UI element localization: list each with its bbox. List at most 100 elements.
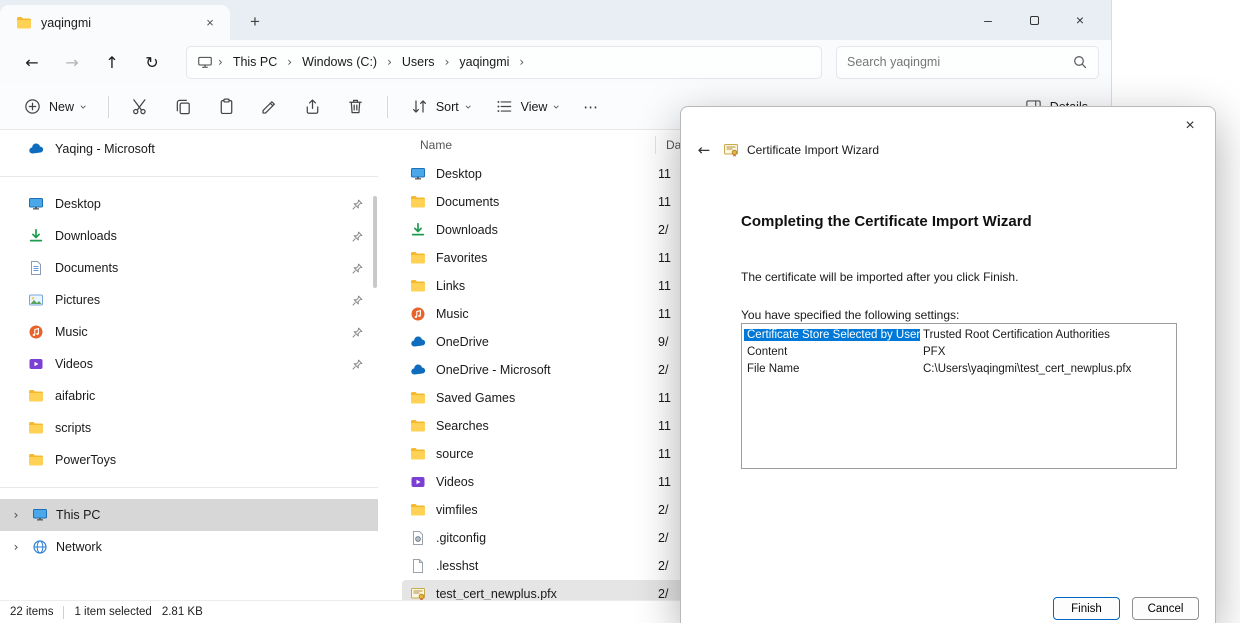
setting-value: C:\Users\yaqingmi\test_cert_newplus.pfx bbox=[920, 363, 1134, 375]
share-button[interactable] bbox=[294, 90, 331, 124]
tab-close-button[interactable]: × bbox=[198, 12, 222, 34]
close-button[interactable]: × bbox=[1057, 0, 1103, 40]
settings-row[interactable]: Certificate Store Selected by User Trust… bbox=[744, 326, 1174, 343]
cut-button[interactable] bbox=[122, 90, 159, 124]
rename-icon bbox=[260, 97, 279, 116]
folder-icon bbox=[410, 278, 426, 294]
sidebar-item-this-pc[interactable]: › This PC bbox=[0, 499, 378, 531]
search-input[interactable] bbox=[847, 55, 1072, 69]
breadcrumb-item[interactable]: Users bbox=[397, 52, 440, 72]
sidebar-item-pictures[interactable]: Pictures bbox=[0, 284, 378, 316]
sidebar-item-desktop[interactable]: Desktop bbox=[0, 188, 378, 220]
settings-row[interactable]: File Name C:\Users\yaqingmi\test_cert_ne… bbox=[744, 360, 1174, 377]
dialog-title: Certificate Import Wizard bbox=[747, 143, 879, 157]
sort-button[interactable]: Sort › bbox=[401, 90, 480, 124]
rename-button[interactable] bbox=[251, 90, 288, 124]
breadcrumb-item[interactable]: yaqingmi bbox=[454, 52, 514, 72]
view-icon bbox=[495, 97, 514, 116]
chevron-down-icon: › bbox=[550, 104, 564, 109]
dialog-close-button[interactable]: × bbox=[1173, 113, 1207, 139]
share-icon bbox=[303, 97, 322, 116]
pin-icon bbox=[351, 326, 364, 339]
wizard-heading: Completing the Certificate Import Wizard bbox=[741, 213, 1032, 230]
breadcrumb-item[interactable]: This PC bbox=[228, 52, 282, 72]
view-button[interactable]: View › bbox=[486, 90, 569, 124]
pin-icon bbox=[351, 198, 364, 211]
breadcrumb-separator: › bbox=[440, 55, 455, 69]
toolbar-divider bbox=[387, 96, 388, 118]
breadcrumb-item[interactable]: Windows (C:) bbox=[297, 52, 382, 72]
new-tab-button[interactable]: + bbox=[240, 7, 270, 37]
certificate-import-wizard-dialog: × ← Certificate Import Wizard Completing… bbox=[680, 106, 1216, 623]
download-icon bbox=[28, 228, 44, 244]
copy-icon bbox=[174, 97, 193, 116]
copy-button[interactable] bbox=[165, 90, 202, 124]
file-icon bbox=[410, 558, 426, 574]
finish-button[interactable]: Finish bbox=[1053, 597, 1120, 620]
sidebar-scrollbar[interactable] bbox=[373, 196, 377, 288]
globe-icon bbox=[32, 539, 48, 555]
minimize-button[interactable]: – bbox=[965, 0, 1011, 40]
music-icon bbox=[28, 324, 44, 340]
refresh-button[interactable]: ↻ bbox=[132, 46, 172, 78]
column-header-name[interactable]: Name bbox=[420, 138, 452, 152]
chevron-right-icon[interactable]: › bbox=[8, 540, 24, 554]
settings-list[interactable]: Certificate Store Selected by User Trust… bbox=[741, 323, 1177, 469]
forward-button[interactable]: → bbox=[52, 46, 92, 78]
pin-icon bbox=[351, 262, 364, 275]
search-icon bbox=[1072, 54, 1088, 70]
dialog-back-button[interactable]: ← bbox=[693, 141, 715, 159]
sort-ascending-icon: ˆ bbox=[533, 130, 537, 139]
monitor-icon bbox=[28, 196, 44, 212]
explorer-tab[interactable]: yaqingmi × bbox=[0, 5, 230, 40]
settings-row[interactable]: Content PFX bbox=[744, 343, 1174, 360]
column-divider[interactable] bbox=[655, 136, 656, 154]
sidebar-item-onedrive-account[interactable]: Yaqing - Microsoft bbox=[0, 133, 378, 165]
folder-icon bbox=[410, 194, 426, 210]
folder-icon bbox=[28, 420, 44, 436]
music-icon bbox=[410, 306, 426, 322]
sidebar-item-network[interactable]: › Network bbox=[0, 531, 378, 563]
sidebar-divider bbox=[0, 176, 378, 177]
setting-key[interactable]: Content bbox=[744, 346, 920, 358]
delete-button[interactable] bbox=[337, 90, 374, 124]
new-icon bbox=[23, 97, 42, 116]
sidebar-item-videos[interactable]: Videos bbox=[0, 348, 378, 380]
selection-count: 1 item selected bbox=[74, 606, 151, 618]
sidebar-divider bbox=[0, 487, 378, 488]
sidebar-item-scripts[interactable]: scripts bbox=[0, 412, 378, 444]
folder-icon bbox=[410, 250, 426, 266]
setting-key-highlighted[interactable]: Certificate Store Selected by User bbox=[744, 329, 920, 341]
sidebar-item-documents[interactable]: Documents bbox=[0, 252, 378, 284]
cloud-icon bbox=[28, 141, 44, 157]
tab-title: yaqingmi bbox=[41, 16, 91, 30]
picture-icon bbox=[28, 292, 44, 308]
folder-icon bbox=[410, 502, 426, 518]
maximize-button[interactable] bbox=[1011, 0, 1057, 40]
setting-key[interactable]: File Name bbox=[744, 363, 920, 375]
certificate-icon bbox=[410, 586, 426, 600]
sidebar-item-downloads[interactable]: Downloads bbox=[0, 220, 378, 252]
more-options-button[interactable]: ⋯ bbox=[574, 90, 608, 124]
chevron-right-icon[interactable]: › bbox=[8, 508, 24, 522]
folder-icon bbox=[410, 446, 426, 462]
new-button[interactable]: New › bbox=[14, 90, 95, 124]
sidebar-item-powertoys[interactable]: PowerToys bbox=[0, 444, 378, 476]
pin-icon bbox=[351, 230, 364, 243]
back-button[interactable]: ← bbox=[12, 46, 52, 78]
breadcrumb-separator: › bbox=[282, 55, 297, 69]
cloud-icon bbox=[410, 334, 426, 350]
up-button[interactable]: ↑ bbox=[92, 46, 132, 78]
sidebar-item-music[interactable]: Music bbox=[0, 316, 378, 348]
navigation-sidebar: Yaqing - Microsoft Desktop Downloads Doc… bbox=[0, 130, 378, 600]
breadcrumb-separator: › bbox=[213, 55, 228, 69]
paste-button[interactable] bbox=[208, 90, 245, 124]
trash-icon bbox=[346, 97, 365, 116]
status-divider bbox=[63, 606, 64, 619]
cancel-button[interactable]: Cancel bbox=[1132, 597, 1199, 620]
sidebar-item-aifabric[interactable]: aifabric bbox=[0, 380, 378, 412]
dialog-buttons: Finish Cancel bbox=[681, 597, 1215, 620]
toolbar-divider bbox=[108, 96, 109, 118]
address-bar[interactable]: › This PC › Windows (C:) › Users › yaqin… bbox=[186, 46, 822, 79]
search-box[interactable] bbox=[836, 46, 1099, 79]
